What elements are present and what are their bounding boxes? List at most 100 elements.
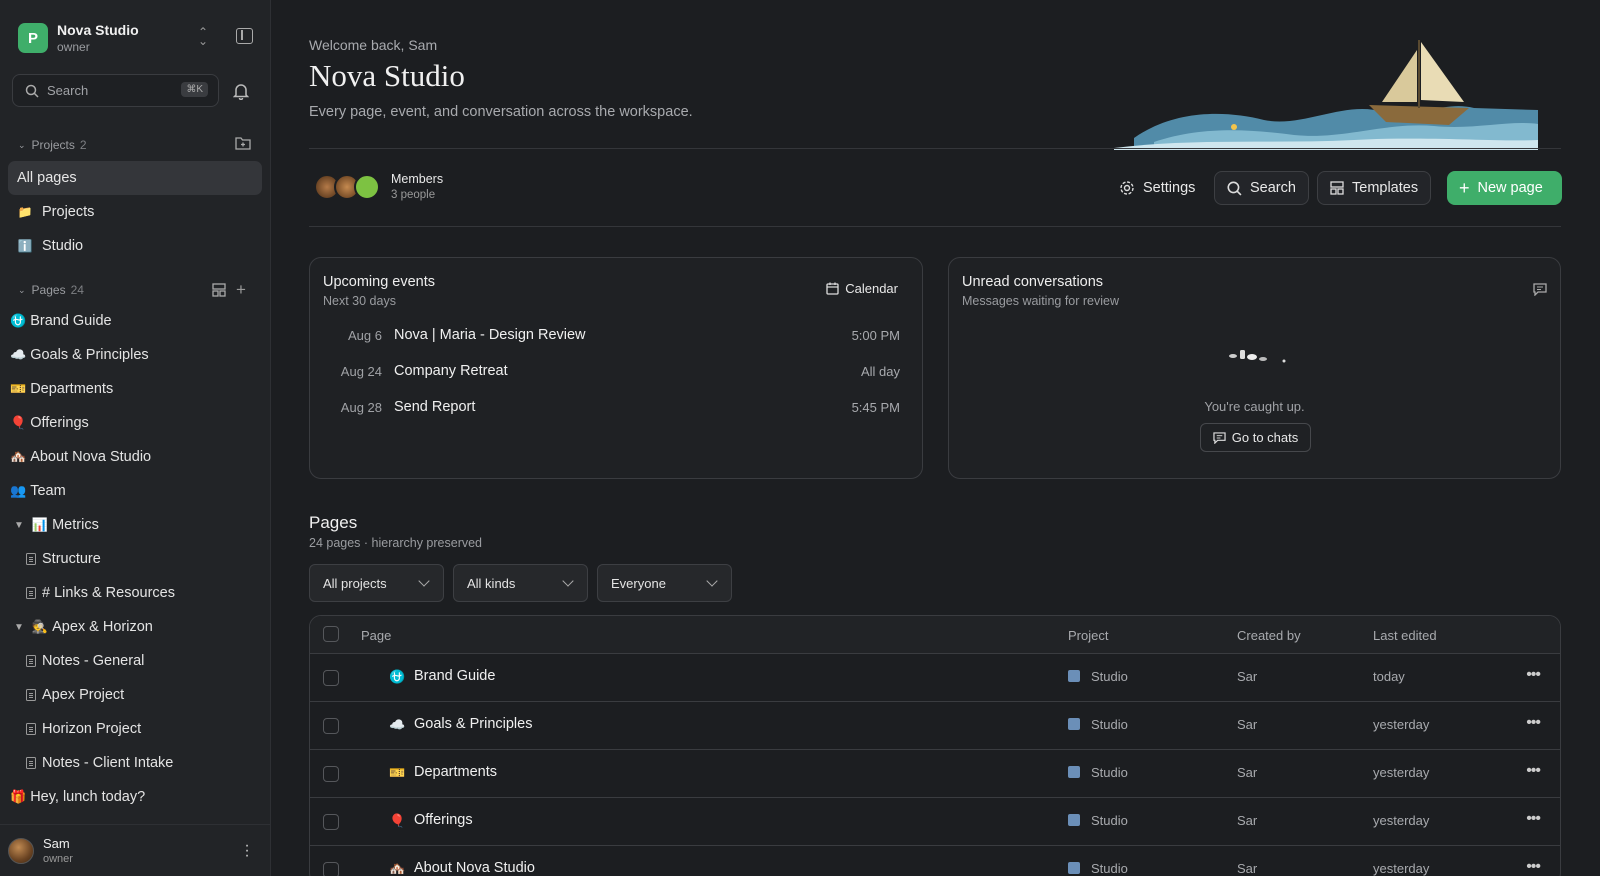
more-horizontal-icon[interactable]: ••• (1526, 858, 1541, 876)
chevron-down-icon[interactable]: ▼ (14, 622, 24, 633)
more-vertical-icon[interactable]: · · · (244, 838, 250, 864)
folder-icon: 📁 (17, 205, 33, 219)
column-created-by[interactable]: Created by (1237, 628, 1301, 643)
page-subtitle: Every page, event, and conversation acro… (309, 104, 693, 120)
sidebar-search-input[interactable]: Search ⌘K (12, 74, 219, 107)
user-menu[interactable]: Sam owner · · · (0, 824, 270, 876)
column-page[interactable]: Page (361, 628, 391, 643)
chevron-down-icon: ⌄ (18, 284, 26, 295)
templates-button[interactable]: Templates (1317, 171, 1432, 205)
sidebar-page-apex-project[interactable]: Apex Project (26, 682, 124, 708)
user-role: owner (43, 853, 73, 865)
sidebar: P Nova Studio owner ⌃ ⌄ Search ⌘K ⌄ Proje… (0, 0, 271, 876)
sidebar-page-client-intake[interactable]: Notes - Client Intake (26, 750, 173, 776)
sidebar-page-team[interactable]: 👥 Team (10, 478, 66, 504)
sidebar-page-structure[interactable]: Structure (26, 546, 101, 572)
sidebar-page-links[interactable]: # Links & Resources (26, 580, 175, 606)
gear-icon (1120, 181, 1134, 195)
select-all-checkbox[interactable] (323, 626, 339, 642)
plus-icon: + (1459, 177, 1470, 198)
sidebar-page-goals[interactable]: ☁️ Goals & Principles (10, 342, 149, 368)
event-date: Aug 28 (340, 399, 382, 415)
divider (309, 226, 1561, 227)
members-title: Members (391, 172, 444, 186)
table-row[interactable]: 🏘️ About Nova Studio Studio Sar yesterda… (310, 846, 1560, 876)
info-icon: ℹ️ (17, 239, 33, 253)
chat-icon (1213, 431, 1226, 444)
card-title: Unread conversations (962, 274, 1104, 290)
column-last-edited[interactable]: Last edited (1373, 628, 1437, 643)
filter-projects-select[interactable]: All projects (309, 564, 444, 602)
new-page-button[interactable]: + New page (1447, 171, 1562, 205)
event-row[interactable]: Aug 28 Send Report 5:45 PM (310, 392, 922, 422)
row-page-name: Departments (414, 764, 498, 780)
event-row[interactable]: Aug 24 Company Retreat All day (310, 356, 922, 386)
more-horizontal-icon[interactable]: ••• (1526, 810, 1541, 828)
sidebar-page-offerings[interactable]: 🎈 Offerings (10, 410, 89, 436)
table-row[interactable]: ☁️ Goals & Principles Studio Sar yesterd… (310, 702, 1560, 750)
members-group[interactable]: Members 3 people (314, 172, 443, 201)
row-checkbox[interactable] (323, 814, 339, 830)
row-checkbox[interactable] (323, 670, 339, 686)
divider (309, 148, 1561, 149)
sidebar-page-about[interactable]: 🏘️ About Nova Studio (10, 444, 151, 470)
search-icon (25, 84, 39, 98)
table-row[interactable]: 🎫 Departments Studio Sar yesterday ••• (310, 750, 1560, 798)
calendar-button[interactable]: Calendar (826, 281, 898, 296)
workspace-header[interactable]: P Nova Studio owner (18, 22, 139, 54)
unread-conversations-card: Unread conversations Messages waiting fo… (948, 257, 1561, 479)
event-row[interactable]: Aug 6 Nova | Maria - Design Review 5:00 … (310, 320, 922, 350)
filter-people-select[interactable]: Everyone (597, 564, 732, 602)
sidebar-page-notes-general[interactable]: Notes - General (26, 648, 144, 674)
settings-button[interactable]: Settings (1107, 171, 1207, 205)
bell-icon[interactable] (233, 82, 249, 100)
go-to-chats-button[interactable]: Go to chats (1200, 423, 1311, 452)
template-icon[interactable] (212, 283, 226, 297)
sidebar-page-horizon-project[interactable]: Horizon Project (26, 716, 141, 742)
column-project[interactable]: Project (1068, 628, 1108, 643)
pages-table: Page Project Created by Last edited ⛎ Br… (309, 615, 1561, 876)
chevron-updown-icon[interactable]: ⌃ ⌄ (196, 26, 210, 47)
sidebar-page-departments[interactable]: 🎫 Departments (10, 376, 113, 402)
projects-section-header[interactable]: ⌄ Projects 2 (18, 138, 87, 152)
document-icon (26, 587, 36, 599)
pages-section-header[interactable]: ⌄ Pages 24 (18, 283, 84, 297)
info-icon (1068, 814, 1080, 826)
row-project: Studio (1068, 813, 1128, 828)
chevron-down-icon (418, 575, 430, 587)
sidebar-page-metrics[interactable]: ▼ 📊 Metrics (10, 512, 99, 538)
sidebar-page-brand-guide[interactable]: ⛎ Brand Guide (10, 308, 112, 334)
empty-state-text: You're caught up. (1204, 399, 1305, 414)
template-icon (1330, 181, 1344, 195)
nav-projects[interactable]: 📁 Projects (8, 195, 262, 229)
row-created-by: Sar (1237, 861, 1258, 876)
row-checkbox[interactable] (323, 766, 339, 782)
chat-icon[interactable] (1533, 283, 1547, 296)
sidebar-page-lunch[interactable]: 🎁 Hey, lunch today? (10, 784, 145, 810)
sidebar-toggle-icon[interactable] (236, 28, 253, 44)
card-title: Upcoming events (323, 274, 436, 290)
add-page-icon[interactable]: + (236, 280, 246, 300)
more-horizontal-icon[interactable]: ••• (1526, 762, 1541, 780)
filter-kinds-select[interactable]: All kinds (453, 564, 588, 602)
search-placeholder: Search (47, 83, 89, 98)
row-project: Studio (1068, 765, 1128, 780)
more-horizontal-icon[interactable]: ••• (1526, 714, 1541, 732)
row-checkbox[interactable] (323, 862, 339, 876)
info-icon (1068, 670, 1080, 682)
sidebar-page-apex-horizon[interactable]: ▼ 🕵️ Apex & Horizon (10, 614, 153, 640)
row-project: Studio (1068, 861, 1128, 876)
row-checkbox[interactable] (323, 718, 339, 734)
row-page-name: Goals & Principles (414, 716, 533, 732)
table-row[interactable]: ⛎ Brand Guide Studio Sar today ••• (310, 654, 1560, 702)
event-name: Company Retreat (394, 363, 508, 379)
nav-all-pages[interactable]: All pages (8, 161, 262, 195)
event-time: 5:00 PM (851, 327, 900, 343)
nav-studio[interactable]: ℹ️ Studio (8, 229, 262, 263)
chevron-down-icon[interactable]: ▼ (14, 520, 24, 531)
members-count: 3 people (391, 189, 436, 201)
search-button[interactable]: Search (1214, 171, 1309, 205)
more-horizontal-icon[interactable]: ••• (1526, 666, 1541, 684)
new-folder-icon[interactable] (235, 136, 251, 150)
table-row[interactable]: 🎈 Offerings Studio Sar yesterday ••• (310, 798, 1560, 846)
